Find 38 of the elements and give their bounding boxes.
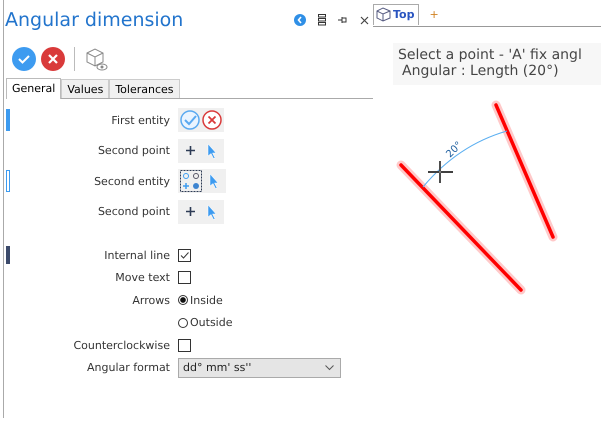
field-label: Arrows (131, 294, 171, 307)
back-icon[interactable] (294, 14, 306, 26)
line-segment[interactable] (492, 100, 558, 242)
field-label: Second point (96, 205, 171, 218)
field-label: Internal line (103, 248, 171, 262)
checkbox[interactable] (178, 338, 191, 352)
tab[interactable]: General (6, 78, 62, 99)
cancel-icon[interactable] (202, 110, 222, 130)
cube-eye-icon[interactable] (84, 47, 108, 71)
checkbox[interactable] (178, 271, 191, 284)
field-label: First entity (110, 114, 171, 127)
cancel-icon[interactable] (41, 47, 65, 71)
field-label: Second point (96, 144, 171, 158)
check-icon[interactable] (180, 110, 200, 130)
field-label: Move text (114, 271, 171, 284)
list-icon[interactable] (318, 14, 326, 26)
field-label: Counterclockwise (72, 338, 171, 352)
view-tab[interactable]: Top (373, 4, 420, 25)
confirm-icon[interactable] (12, 47, 36, 71)
field-label: Second entity (93, 174, 171, 188)
caret-icon (325, 364, 334, 371)
entities-icon[interactable] (180, 170, 202, 192)
checkbox[interactable] (178, 248, 191, 262)
panel-title: Angular dimension (5, 9, 184, 31)
dimension-value: 20° (444, 140, 465, 160)
radio-button[interactable]: Outside (178, 316, 232, 330)
field-label: Angular format (86, 361, 171, 374)
close-icon[interactable] (360, 16, 369, 24)
tab[interactable]: Values (61, 79, 110, 98)
prompt-text: Angular : Length (20°) (401, 63, 560, 79)
prompt-text: Select a point - 'A' fix angl (398, 47, 583, 63)
format-dropdown[interactable]: dd° mm' ss'' (178, 358, 341, 378)
crosshair-icon (427, 160, 454, 184)
tab[interactable]: Tolerances (109, 79, 180, 98)
cube-icon (376, 7, 391, 22)
pin-icon[interactable] (338, 15, 348, 25)
line-segment[interactable] (396, 160, 526, 294)
radio-button[interactable]: Inside (178, 294, 223, 307)
